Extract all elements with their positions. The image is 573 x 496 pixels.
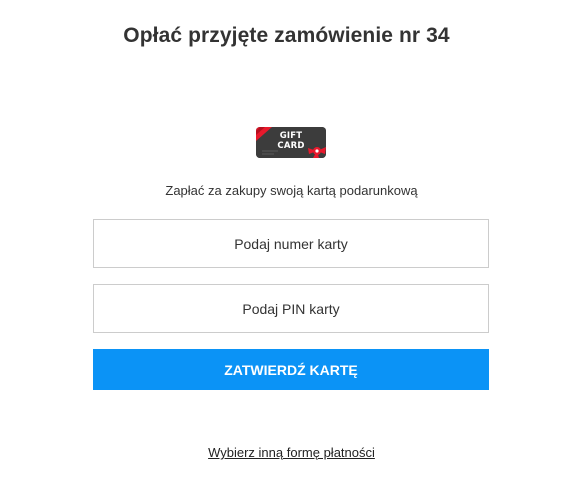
payment-page: Opłać przyjęte zamówienie nr 34 GIFT CAR… (0, 0, 573, 496)
other-payment-method: Wybierz inną formę płatności (0, 445, 573, 460)
card-pin-input[interactable] (93, 284, 489, 333)
gift-card-line1: GIFT (279, 131, 303, 141)
card-number-input[interactable] (93, 219, 489, 268)
form-subtitle: Zapłać za zakupy swoją kartą podarunkową (165, 183, 418, 198)
confirm-card-button[interactable]: ZATWIERDŹ KARTĘ (93, 349, 489, 390)
gift-card-line2: CARD (277, 141, 305, 151)
other-payment-method-link[interactable]: Wybierz inną formę płatności (208, 445, 375, 460)
gift-card-text: GIFT CARD (256, 131, 326, 151)
gift-card-logo: GIFT CARD (256, 127, 326, 158)
page-title: Opłać przyjęte zamówienie nr 34 (123, 24, 450, 47)
